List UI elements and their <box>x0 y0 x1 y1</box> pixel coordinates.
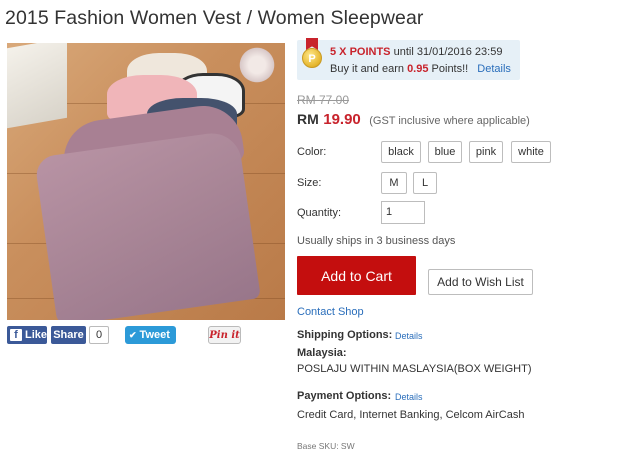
medal-coin: P <box>302 48 322 68</box>
points-promo-box: P 5 X POINTS until 31/01/2016 23:59 Buy … <box>297 38 520 80</box>
shipping-method: POSLAJU WITHIN MASLAYSIA(BOX WEIGHT) <box>297 363 532 375</box>
quantity-input[interactable]: 1 <box>381 201 425 224</box>
gst-note: (GST inclusive where applicable) <box>369 115 530 127</box>
shipping-options-label: Shipping Options: <box>297 329 393 341</box>
price-row: RM 19.90 (GST inclusive where applicable… <box>297 111 530 129</box>
payment-options-label: Payment Options: <box>297 390 392 402</box>
promo-until: until 31/01/2016 23:59 <box>390 46 503 58</box>
earn-suffix: Points!! <box>428 63 469 75</box>
pinterest-pin-button[interactable]: Pin it <box>208 326 241 344</box>
payment-details-link[interactable]: Details <box>395 392 423 402</box>
product-title: 2015 Fashion Women Vest / Women Sleepwea… <box>5 7 424 29</box>
facebook-like-button[interactable]: f Like <box>7 326 47 344</box>
size-label: Size: <box>297 177 322 189</box>
shipping-time-note: Usually ships in 3 business days <box>297 235 456 247</box>
color-option-blue[interactable]: blue <box>428 141 462 163</box>
color-label: Color: <box>297 146 327 158</box>
earn-points-value: 0.95 <box>407 63 429 75</box>
decorative-flower <box>237 45 277 85</box>
original-price: RM 77.00 <box>297 93 350 107</box>
add-to-cart-button[interactable]: Add to Cart <box>297 256 416 295</box>
earn-prefix: Buy it and earn <box>330 63 408 75</box>
promo-earn-line: Buy it and earn 0.95 Points!! Details <box>330 63 511 75</box>
share-count: 0 <box>89 326 109 344</box>
promo-details-link[interactable]: Details <box>477 63 511 75</box>
color-option-white[interactable]: white <box>511 141 551 163</box>
price-currency: RM <box>297 111 319 127</box>
quantity-label: Quantity: <box>297 207 342 219</box>
shipping-region: Malaysia: <box>297 347 347 359</box>
facebook-icon: f <box>10 329 22 341</box>
facebook-like-label: Like <box>24 329 47 341</box>
product-image[interactable] <box>7 43 285 320</box>
tweet-label: Tweet <box>139 329 170 341</box>
facebook-share-label: Share <box>53 329 84 341</box>
size-option-l[interactable]: L <box>413 172 437 194</box>
add-to-wishlist-button[interactable]: Add to Wish List <box>428 269 533 295</box>
shipping-details-link[interactable]: Details <box>395 331 423 341</box>
color-option-black[interactable]: black <box>381 141 421 163</box>
color-option-pink[interactable]: pink <box>469 141 503 163</box>
size-option-m[interactable]: M <box>381 172 407 194</box>
points-medal-icon: P <box>302 38 322 70</box>
contact-shop-link[interactable]: Contact Shop <box>297 306 364 318</box>
sale-price: 19.90 <box>323 111 361 128</box>
payment-methods: Credit Card, Internet Banking, Celcom Ai… <box>297 409 525 421</box>
tweet-button[interactable]: ✔ Tweet <box>125 326 176 344</box>
book-prop <box>7 43 67 129</box>
points-multiplier: 5 X POINTS <box>330 46 391 58</box>
vest-body <box>34 129 261 320</box>
base-sku: Base SKU: SW <box>297 441 355 451</box>
facebook-share-button[interactable]: Share <box>51 326 86 344</box>
twitter-bird-icon: ✔ <box>129 329 137 340</box>
promo-headline: 5 X POINTS until 31/01/2016 23:59 <box>330 46 502 58</box>
